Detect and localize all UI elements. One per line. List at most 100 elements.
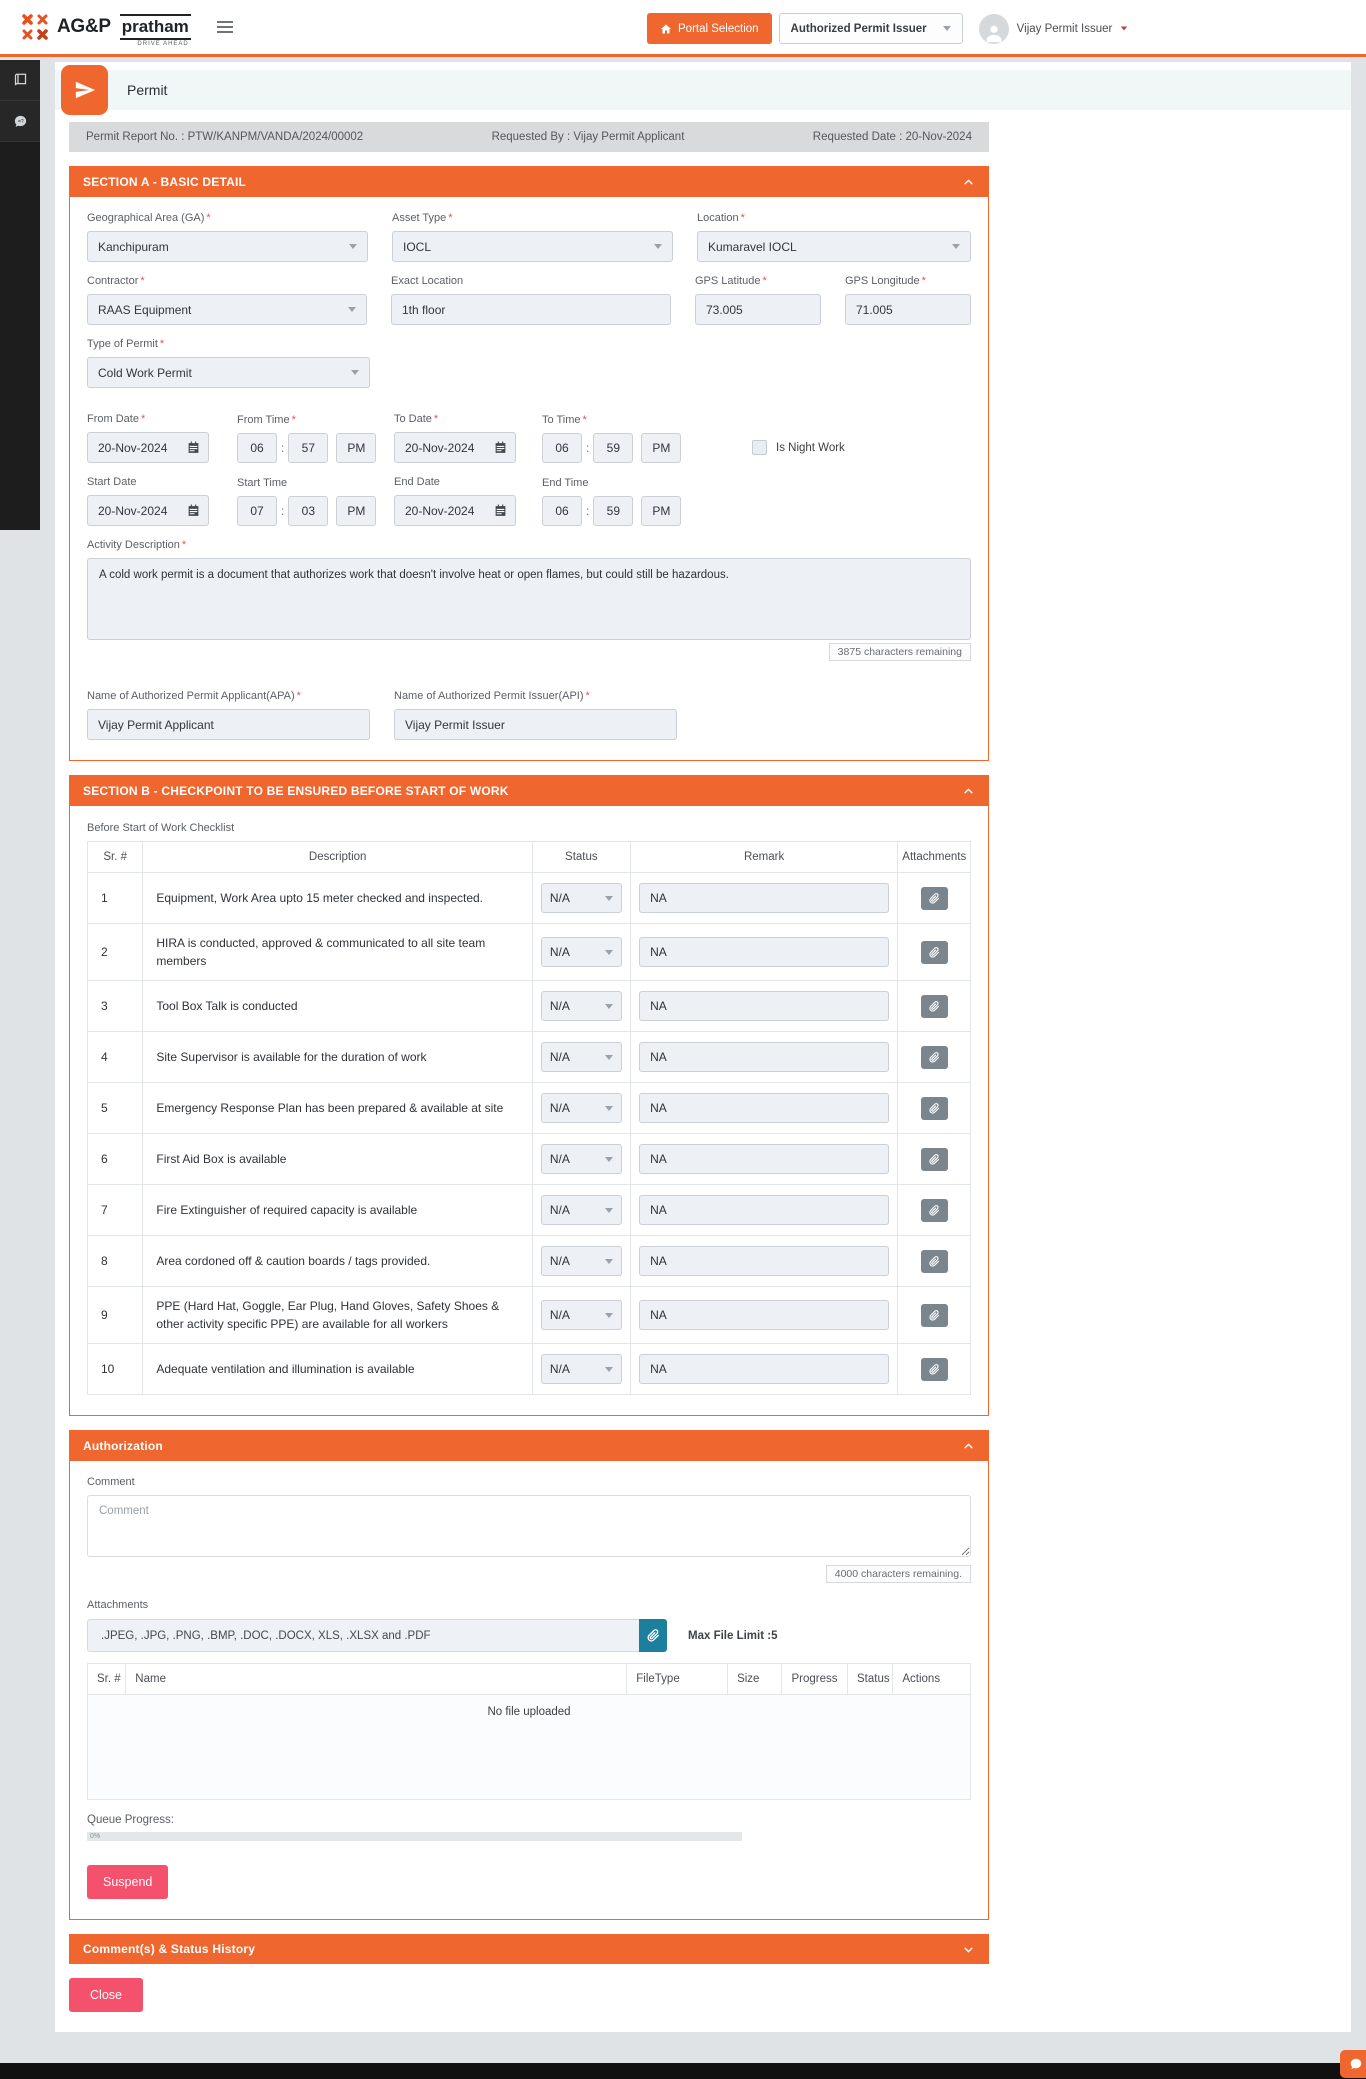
asset-type-select[interactable]: IOCL bbox=[391, 231, 673, 262]
contractor-label: Contractor * bbox=[87, 275, 145, 287]
start-minute-input[interactable]: 03 bbox=[288, 496, 329, 526]
to-date-label: To Date * bbox=[394, 413, 439, 425]
start-date-input[interactable]: 20-Nov-2024 bbox=[87, 495, 209, 526]
comment-textarea[interactable] bbox=[87, 1495, 971, 1557]
row-description: First Aid Box is available bbox=[142, 1133, 534, 1185]
portal-selection-button[interactable]: Portal Selection bbox=[647, 13, 772, 44]
chevron-up-icon[interactable] bbox=[962, 176, 975, 189]
status-select[interactable]: N/A bbox=[540, 1144, 622, 1174]
chevron-up-icon[interactable] bbox=[962, 785, 975, 798]
table-row: 6 First Aid Box is available N/A NA bbox=[86, 1133, 971, 1185]
calendar-icon bbox=[188, 441, 199, 453]
to-minute-input[interactable]: 59 bbox=[593, 433, 634, 463]
activity-description-textarea[interactable]: A cold work permit is a document that au… bbox=[87, 558, 971, 640]
status-select[interactable]: N/A bbox=[540, 1042, 622, 1072]
ga-select[interactable]: Kanchipuram bbox=[87, 231, 368, 262]
start-hour-input[interactable]: 07 bbox=[237, 496, 277, 526]
status-select[interactable]: N/A bbox=[540, 991, 622, 1021]
paperclip-icon bbox=[929, 1204, 939, 1216]
remark-input[interactable]: NA bbox=[639, 1246, 890, 1276]
section-a-header[interactable]: SECTION A - BASIC DETAIL bbox=[70, 167, 988, 197]
contractor-select[interactable]: RAAS Equipment bbox=[87, 294, 367, 325]
start-ampm-toggle[interactable]: PM bbox=[336, 496, 377, 526]
row-attach-button[interactable] bbox=[920, 994, 948, 1018]
remark-input[interactable]: NA bbox=[639, 991, 890, 1021]
row-description: Area cordoned off & caution boards / tag… bbox=[142, 1235, 534, 1287]
requested-date: Requested Date : 20-Nov-2024 bbox=[812, 131, 972, 143]
user-menu[interactable]: Vijay Permit Issuer bbox=[978, 13, 1129, 44]
support-fab-button[interactable] bbox=[1340, 2050, 1366, 2078]
brand-name: AG&P bbox=[57, 16, 111, 37]
status-select[interactable]: N/A bbox=[540, 883, 622, 913]
row-attach-button[interactable] bbox=[920, 1198, 948, 1222]
gps-latitude-input[interactable]: 73.005 bbox=[695, 294, 821, 325]
remark-input[interactable]: NA bbox=[639, 1354, 890, 1384]
row-attach-button[interactable] bbox=[920, 1147, 948, 1171]
location-select[interactable]: Kumaravel IOCL bbox=[696, 231, 971, 262]
remark-input[interactable]: NA bbox=[639, 1144, 890, 1174]
authorization-header[interactable]: Authorization bbox=[70, 1431, 988, 1461]
chevron-down-icon bbox=[348, 307, 356, 312]
menu-toggle-icon[interactable] bbox=[213, 17, 237, 37]
end-date-input[interactable]: 20-Nov-2024 bbox=[394, 495, 516, 526]
chevron-up-icon[interactable] bbox=[962, 1440, 975, 1453]
chevron-down-icon[interactable] bbox=[962, 1943, 975, 1956]
row-attach-button[interactable] bbox=[920, 1096, 948, 1120]
apa-label: Name of Authorized Permit Applicant(APA)… bbox=[87, 690, 301, 702]
from-ampm-toggle[interactable]: PM bbox=[336, 433, 377, 463]
chevron-down-icon bbox=[942, 26, 951, 31]
no-file-uploaded-text: No file uploaded bbox=[87, 1694, 971, 1800]
col-remark: Remark bbox=[629, 841, 899, 873]
status-select[interactable]: N/A bbox=[540, 1195, 622, 1225]
end-ampm-toggle[interactable]: PM bbox=[641, 496, 682, 526]
exact-location-input[interactable]: 1th floor bbox=[391, 294, 671, 325]
remark-input[interactable]: NA bbox=[639, 1093, 890, 1123]
from-hour-input[interactable]: 06 bbox=[237, 433, 277, 463]
status-select[interactable]: N/A bbox=[540, 1093, 622, 1123]
gps-longitude-input[interactable]: 71.005 bbox=[845, 294, 971, 325]
chevron-down-icon bbox=[604, 1054, 613, 1060]
to-date-input[interactable]: 20-Nov-2024 bbox=[394, 432, 516, 463]
authorization-card: Authorization Comment 4000 characters re… bbox=[69, 1430, 989, 1920]
row-attach-button[interactable] bbox=[920, 1045, 948, 1069]
brand-logo: AG&P pratham DRIVE AHEAD bbox=[20, 12, 191, 47]
row-attach-button[interactable] bbox=[920, 1249, 948, 1273]
from-date-input[interactable]: 20-Nov-2024 bbox=[87, 432, 209, 463]
status-select[interactable]: N/A bbox=[540, 937, 622, 967]
to-hour-input[interactable]: 06 bbox=[542, 433, 582, 463]
remark-input[interactable]: NA bbox=[639, 937, 890, 967]
role-dropdown[interactable]: Authorized Permit Issuer bbox=[778, 13, 963, 44]
to-ampm-toggle[interactable]: PM bbox=[641, 433, 682, 463]
status-select[interactable]: N/A bbox=[540, 1354, 622, 1384]
close-button[interactable]: Close bbox=[69, 1978, 143, 2012]
end-minute-input[interactable]: 59 bbox=[593, 496, 634, 526]
chevron-down-icon bbox=[604, 1003, 613, 1009]
api-input[interactable]: Vijay Permit Issuer bbox=[394, 709, 677, 740]
sidebar-item-documents[interactable] bbox=[0, 60, 40, 101]
remark-input[interactable]: NA bbox=[639, 1195, 890, 1225]
row-attach-button[interactable] bbox=[920, 886, 948, 910]
apa-input[interactable]: Vijay Permit Applicant bbox=[87, 709, 370, 740]
remark-input[interactable]: NA bbox=[639, 883, 890, 913]
section-b-header[interactable]: SECTION B - CHECKPOINT TO BE ENSURED BEF… bbox=[70, 776, 988, 806]
from-minute-input[interactable]: 57 bbox=[288, 433, 329, 463]
row-attach-button[interactable] bbox=[920, 1303, 948, 1327]
comments-status-history-header[interactable]: Comment(s) & Status History bbox=[69, 1934, 989, 1964]
status-select[interactable]: N/A bbox=[540, 1246, 622, 1276]
row-description: Tool Box Talk is conducted bbox=[142, 980, 534, 1032]
permit-type-select[interactable]: Cold Work Permit bbox=[87, 357, 370, 388]
sidebar-item-help-chat[interactable]: =? bbox=[0, 101, 40, 142]
chars-remaining-badge: 3875 characters remaining bbox=[828, 643, 971, 661]
suspend-button[interactable]: Suspend bbox=[87, 1865, 169, 1899]
is-night-work-checkbox[interactable] bbox=[752, 440, 767, 455]
file-upload-input[interactable]: .JPEG, .JPG, .PNG, .BMP, .DOC, .DOCX, XL… bbox=[87, 1619, 639, 1652]
end-hour-input[interactable]: 06 bbox=[542, 496, 582, 526]
attach-file-button[interactable] bbox=[639, 1619, 667, 1652]
section-a-card: SECTION A - BASIC DETAIL Geographical Ar… bbox=[69, 166, 989, 761]
row-attach-button[interactable] bbox=[920, 940, 948, 964]
comment-chars-remaining-badge: 4000 characters remaining. bbox=[825, 1565, 971, 1583]
status-select[interactable]: N/A bbox=[540, 1300, 622, 1330]
row-attach-button[interactable] bbox=[920, 1357, 948, 1381]
remark-input[interactable]: NA bbox=[639, 1300, 890, 1330]
remark-input[interactable]: NA bbox=[639, 1042, 890, 1072]
